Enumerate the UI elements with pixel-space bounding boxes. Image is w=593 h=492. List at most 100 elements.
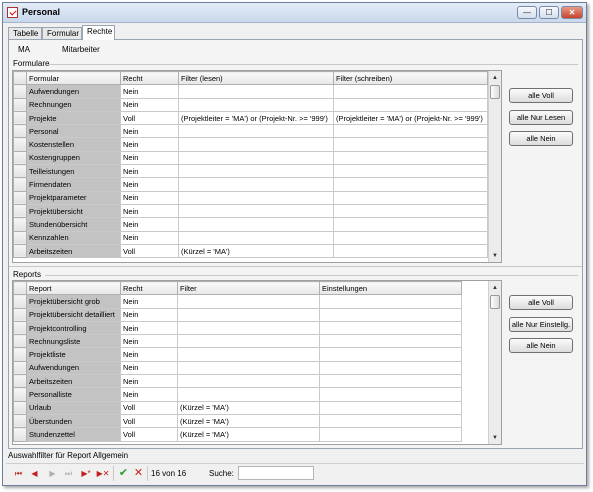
formulare-row[interactable]: Rechnungen Nein xyxy=(13,97,488,112)
reports-filter2-cell[interactable] xyxy=(319,374,462,389)
reports-recht-cell[interactable]: Nein xyxy=(120,347,178,362)
row-selector[interactable] xyxy=(13,203,27,219)
formulare-filter-cell[interactable] xyxy=(178,150,334,166)
reports-filter-cell[interactable]: (Kürzel = 'MA') xyxy=(177,400,320,415)
reports-filter2-cell[interactable] xyxy=(319,320,462,336)
row-selector[interactable] xyxy=(13,230,27,245)
formulare-recht-cell[interactable]: Nein xyxy=(120,124,179,139)
reports-filter2-cell[interactable] xyxy=(319,360,462,376)
formulare-filter2-cell[interactable] xyxy=(333,97,488,112)
column-header-einstellungen[interactable]: Einstellungen xyxy=(319,281,462,296)
reports-row[interactable]: Aufwendungen Nein xyxy=(13,360,462,376)
formulare-recht-cell[interactable]: Voll xyxy=(120,243,179,259)
reports-row[interactable]: Projektübersicht grob Nein xyxy=(13,294,462,309)
row-selector[interactable] xyxy=(13,177,27,192)
formulare-filter2-cell[interactable] xyxy=(333,84,488,99)
search-input[interactable] xyxy=(238,466,314,480)
delete-record-icon[interactable]: ▶✕ xyxy=(95,467,111,480)
formulare-row[interactable]: Kostengruppen Nein xyxy=(13,150,488,166)
row-selector-header[interactable] xyxy=(13,281,27,296)
formulare-row[interactable]: Kostenstellen Nein xyxy=(13,137,488,152)
tab-rechte[interactable]: Rechte xyxy=(82,25,115,40)
formulare-recht-cell[interactable]: Nein xyxy=(120,137,179,152)
tab-formular[interactable]: Formular xyxy=(42,27,82,39)
formulare-filter2-cell[interactable] xyxy=(333,137,488,152)
reports-filter-cell[interactable] xyxy=(177,387,320,402)
row-selector[interactable] xyxy=(13,150,27,166)
reports-recht-cell[interactable]: Nein xyxy=(120,387,178,402)
reports-row[interactable]: Projektliste Nein xyxy=(13,347,462,362)
row-selector-header[interactable] xyxy=(13,71,27,86)
row-selector[interactable] xyxy=(13,124,27,139)
formulare-alle-nein-button[interactable]: alle Nein xyxy=(509,131,573,146)
reports-filter2-cell[interactable] xyxy=(319,294,462,309)
formulare-filter2-cell[interactable] xyxy=(333,190,488,205)
row-selector[interactable] xyxy=(13,387,27,402)
reports-recht-cell[interactable]: Voll xyxy=(120,427,178,442)
reports-filter-cell[interactable] xyxy=(177,374,320,389)
reports-row[interactable]: Stundenzettel Voll (Kürzel = 'MA') xyxy=(13,427,462,442)
column-header-recht[interactable]: Recht xyxy=(120,71,179,86)
row-selector[interactable] xyxy=(13,110,27,126)
row-selector[interactable] xyxy=(13,320,27,336)
formulare-filter-cell[interactable] xyxy=(178,177,334,192)
column-header-report[interactable]: Report xyxy=(26,281,121,296)
formulare-alle-nur-lesen-button[interactable]: alle Nur Lesen xyxy=(509,110,573,125)
formulare-row[interactable]: Personal Nein xyxy=(13,124,488,139)
close-button[interactable]: ✕ xyxy=(561,6,583,19)
formulare-filter2-cell[interactable] xyxy=(333,203,488,219)
formulare-filter-cell[interactable] xyxy=(178,164,334,179)
row-selector[interactable] xyxy=(13,360,27,376)
formulare-row[interactable]: Arbeitszeiten Voll (Kürzel = 'MA') xyxy=(13,243,488,259)
scroll-down-icon[interactable]: ▼ xyxy=(489,251,501,262)
reports-alle-nein-button[interactable]: alle Nein xyxy=(509,338,573,353)
formulare-recht-cell[interactable]: Nein xyxy=(120,164,179,179)
formulare-recht-cell[interactable]: Nein xyxy=(120,190,179,205)
row-selector[interactable] xyxy=(13,347,27,362)
minimize-button[interactable]: — xyxy=(517,6,537,19)
column-header-filter[interactable]: Filter xyxy=(177,281,320,296)
confirm-icon[interactable]: ✔ xyxy=(117,467,130,480)
reports-recht-cell[interactable]: Nein xyxy=(120,334,178,349)
formulare-recht-cell[interactable]: Nein xyxy=(120,84,179,99)
column-header-filter-lesen[interactable]: Filter (lesen) xyxy=(178,71,334,86)
reports-filter-cell[interactable] xyxy=(177,320,320,336)
formulare-alle-voll-button[interactable]: alle Voll xyxy=(509,88,573,103)
formulare-row[interactable]: Projektparameter Nein xyxy=(13,190,488,205)
row-selector[interactable] xyxy=(13,190,27,205)
reports-filter-cell[interactable] xyxy=(177,307,320,322)
formulare-recht-cell[interactable]: Nein xyxy=(120,97,179,112)
reports-recht-cell[interactable]: Nein xyxy=(120,294,178,309)
formulare-recht-cell[interactable]: Nein xyxy=(120,177,179,192)
maximize-button[interactable]: ☐ xyxy=(539,6,559,19)
row-selector[interactable] xyxy=(13,413,27,429)
formulare-row[interactable]: Stundenübersicht Nein xyxy=(13,217,488,232)
formulare-row[interactable]: Projektübersicht Nein xyxy=(13,203,488,219)
reports-filter2-cell[interactable] xyxy=(319,347,462,362)
reports-recht-cell[interactable]: Nein xyxy=(120,307,178,322)
next-record-icon[interactable]: ▶ xyxy=(46,467,59,480)
reports-recht-cell[interactable]: Nein xyxy=(120,360,178,376)
formulare-row[interactable]: Aufwendungen Nein xyxy=(13,84,488,99)
reports-recht-cell[interactable]: Voll xyxy=(120,400,178,415)
row-selector[interactable] xyxy=(13,427,27,442)
reports-alle-nur-einstellg-button[interactable]: alle Nur Einstellg. xyxy=(509,317,573,332)
formulare-filter-cell[interactable] xyxy=(178,217,334,232)
row-selector[interactable] xyxy=(13,307,27,322)
row-selector[interactable] xyxy=(13,334,27,349)
scroll-down-icon[interactable]: ▼ xyxy=(489,433,501,444)
formulare-recht-cell[interactable]: Nein xyxy=(120,203,179,219)
row-selector[interactable] xyxy=(13,164,27,179)
reports-filter2-cell[interactable] xyxy=(319,307,462,322)
reports-filter-cell[interactable] xyxy=(177,334,320,349)
formulare-filter2-cell[interactable]: (Projektleiter = 'MA') or (Projekt-Nr. >… xyxy=(333,110,488,126)
formulare-filter-cell[interactable]: (Projektleiter = 'MA') or (Projekt-Nr. >… xyxy=(178,110,334,126)
formulare-filter-cell[interactable] xyxy=(178,203,334,219)
reports-row[interactable]: Projektcontrolling Nein xyxy=(13,320,462,336)
row-selector[interactable] xyxy=(13,97,27,112)
reports-row[interactable]: Arbeitszeiten Nein xyxy=(13,374,462,389)
formulare-filter-cell[interactable] xyxy=(178,230,334,245)
scroll-up-icon[interactable]: ▲ xyxy=(489,283,501,294)
reports-filter-cell[interactable]: (Kürzel = 'MA') xyxy=(177,413,320,429)
formulare-filter-cell[interactable] xyxy=(178,84,334,99)
